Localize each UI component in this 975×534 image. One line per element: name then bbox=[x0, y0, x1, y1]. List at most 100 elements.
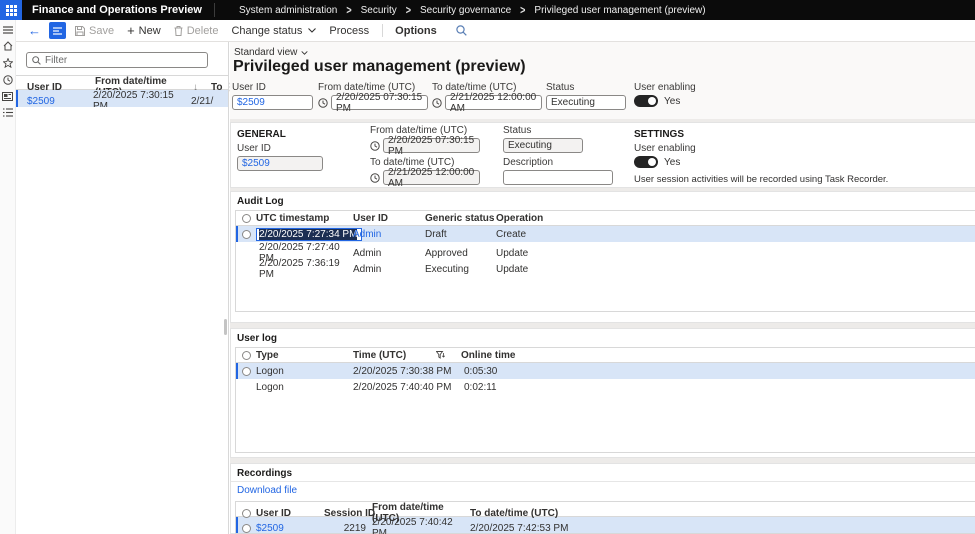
column-header-to[interactable]: To date/time (UTC) bbox=[470, 508, 975, 519]
column-header-operation[interactable]: Operation bbox=[496, 213, 975, 224]
process-button[interactable]: Process bbox=[329, 25, 369, 37]
user-id-label: User ID bbox=[232, 82, 313, 93]
general-section: GENERAL User ID $2509 From date/time (UT… bbox=[230, 122, 975, 188]
change-status-menu[interactable]: Change status bbox=[231, 25, 316, 37]
column-header-user-id[interactable]: User ID bbox=[256, 508, 324, 519]
home-icon[interactable] bbox=[3, 41, 13, 51]
row-radio[interactable] bbox=[242, 524, 251, 533]
user-id-link[interactable]: $2509 bbox=[256, 523, 324, 534]
top-app-bar: Finance and Operations Preview System ad… bbox=[0, 0, 975, 20]
from-datetime-field[interactable]: 2/20/2025 07:30:15 PM bbox=[383, 138, 480, 153]
table-row[interactable]: Logon 2/20/2025 7:40:40 PM 0:02:11 bbox=[236, 379, 975, 395]
favorites-star-icon[interactable] bbox=[3, 58, 13, 68]
select-all-radio[interactable] bbox=[242, 351, 251, 360]
table-row[interactable]: 2/20/2025 7:27:40 PM Admin Approved Upda… bbox=[236, 242, 975, 258]
audit-log-grid: UTC timestamp User ID Generic status Ope… bbox=[235, 210, 975, 312]
column-header-generic-status[interactable]: Generic status bbox=[425, 213, 496, 224]
user-id-field[interactable]: $2509 bbox=[237, 156, 323, 171]
user-id-label: User ID bbox=[237, 143, 327, 154]
select-all-radio[interactable] bbox=[242, 509, 251, 518]
column-header-type[interactable]: Type bbox=[256, 350, 353, 361]
table-row[interactable]: 2/20/2025 7:36:19 PM Admin Executing Upd… bbox=[236, 258, 975, 274]
breadcrumb-item[interactable]: Security governance bbox=[420, 5, 511, 16]
user-log-grid: Type Time (UTC) Online time Logon 2/20/2… bbox=[235, 347, 975, 453]
from-datetime-field[interactable]: 2/20/2025 07:30:15 PM bbox=[331, 95, 428, 110]
user-log-header-row: Type Time (UTC) Online time bbox=[236, 348, 975, 363]
list-item[interactable]: $2509 2/20/2025 7:30:15 PM 2/21/ bbox=[16, 90, 228, 107]
back-arrow-icon[interactable]: ← bbox=[28, 23, 41, 38]
show-list-button[interactable] bbox=[49, 22, 66, 39]
record-to-date: 2/21/ bbox=[191, 96, 221, 107]
chevron-down-icon bbox=[301, 51, 308, 55]
chevron-right-icon: > bbox=[406, 3, 411, 17]
settings-note: User session activities will be recorded… bbox=[634, 174, 888, 185]
column-header-utc-timestamp[interactable]: UTC timestamp bbox=[256, 213, 353, 224]
online-time-cell: 0:05:30 bbox=[453, 366, 975, 377]
column-header-user-id[interactable]: User ID bbox=[353, 213, 425, 224]
topbar-divider bbox=[214, 3, 215, 17]
task-list-icon[interactable] bbox=[3, 108, 13, 117]
app-launcher-waffle-icon[interactable] bbox=[0, 0, 22, 20]
panel-scrollbar-thumb[interactable] bbox=[224, 319, 227, 335]
user-log-title[interactable]: User log bbox=[231, 329, 975, 344]
delete-button[interactable]: Delete bbox=[174, 25, 219, 37]
table-row[interactable]: $2509 2219 2/20/2025 7:40:42 PM 2/20/202… bbox=[236, 517, 975, 533]
user-enabling-toggle[interactable] bbox=[634, 95, 658, 107]
user-enabling-label: User enabling bbox=[634, 82, 696, 93]
select-all-radio[interactable] bbox=[242, 214, 251, 223]
table-row[interactable]: Logon 2/20/2025 7:30:38 PM 0:05:30 bbox=[236, 363, 975, 379]
generic-status-cell: Approved bbox=[425, 248, 496, 259]
record-user-id-link[interactable]: $2509 bbox=[27, 96, 93, 107]
audit-log-section: Audit Log UTC timestamp User ID Generic … bbox=[230, 191, 975, 323]
main-content: Standard view Privileged user management… bbox=[230, 42, 975, 534]
save-button[interactable]: Save bbox=[75, 25, 114, 37]
timestamp-cell: 2/20/2025 7:36:19 PM bbox=[256, 258, 353, 280]
row-radio[interactable] bbox=[242, 367, 251, 376]
column-header-session-id[interactable]: Session ID bbox=[324, 508, 372, 519]
description-field[interactable] bbox=[503, 170, 613, 185]
to-datetime-field[interactable]: 2/21/2025 12:00:00 AM bbox=[383, 170, 480, 185]
chevron-down-icon bbox=[308, 28, 316, 33]
trash-icon bbox=[174, 26, 183, 36]
breadcrumb-item[interactable]: Privileged user management (preview) bbox=[534, 5, 705, 16]
status-field[interactable]: Executing bbox=[546, 95, 626, 110]
hamburger-menu-icon[interactable] bbox=[3, 26, 13, 34]
breadcrumb-item[interactable]: System administration bbox=[239, 5, 337, 16]
new-button[interactable]: + New bbox=[127, 23, 161, 38]
options-tab[interactable]: Options bbox=[395, 25, 437, 37]
column-header-online-time[interactable]: Online time bbox=[453, 350, 975, 361]
user-enabling-toggle[interactable] bbox=[634, 156, 658, 168]
settings-section-title[interactable]: SETTINGS bbox=[634, 125, 888, 140]
recent-clock-icon[interactable] bbox=[3, 75, 13, 85]
list-view-icon bbox=[53, 27, 62, 35]
clock-icon bbox=[370, 141, 380, 151]
general-section-title[interactable]: GENERAL bbox=[237, 125, 327, 140]
column-header-time[interactable]: Time (UTC) bbox=[353, 350, 453, 361]
recordings-title[interactable]: Recordings bbox=[231, 464, 975, 479]
user-id-field[interactable]: $2509 bbox=[232, 95, 313, 110]
breadcrumb-item[interactable]: Security bbox=[361, 5, 397, 16]
operation-cell: Create bbox=[496, 229, 975, 240]
search-icon[interactable] bbox=[456, 25, 467, 36]
status-field[interactable]: Executing bbox=[503, 138, 583, 153]
record-list-panel: Filter User ID From date/time (UTC) ↓ To… bbox=[16, 42, 229, 534]
chevron-right-icon: > bbox=[346, 3, 351, 17]
filter-funnel-icon[interactable] bbox=[436, 351, 445, 359]
view-selector[interactable]: Standard view bbox=[234, 47, 308, 58]
to-datetime-field[interactable]: 2/21/2025 12:00:00 AM bbox=[445, 95, 542, 110]
filter-input[interactable]: Filter bbox=[26, 52, 208, 68]
table-row[interactable]: 2/20/2025 7:27:34 PM Admin Draft Create bbox=[236, 226, 975, 242]
generic-status-cell: Draft bbox=[425, 229, 496, 240]
app-title[interactable]: Finance and Operations Preview bbox=[22, 4, 214, 16]
timestamp-edit-cell[interactable]: 2/20/2025 7:27:34 PM bbox=[256, 228, 362, 241]
time-cell: 2/20/2025 7:40:40 PM bbox=[353, 382, 453, 393]
audit-log-title[interactable]: Audit Log bbox=[231, 192, 975, 207]
download-file-link[interactable]: Download file bbox=[237, 485, 297, 496]
user-id-link[interactable]: Admin bbox=[353, 229, 425, 240]
search-icon bbox=[32, 56, 41, 65]
row-radio[interactable] bbox=[242, 230, 251, 239]
session-id-cell: 2219 bbox=[324, 523, 372, 534]
save-icon bbox=[75, 26, 85, 36]
toggle-value: Yes bbox=[664, 157, 680, 168]
message-center-icon[interactable] bbox=[2, 92, 13, 101]
